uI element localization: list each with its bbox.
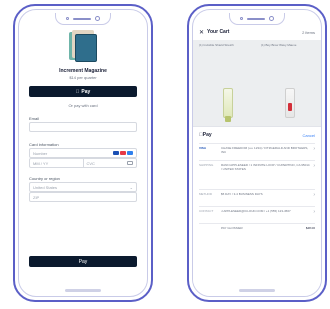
visa-icon: [113, 151, 119, 155]
card-expiry-cvc-row: MM / YY CVC: [29, 158, 137, 168]
product-price: $14 per quarter: [69, 75, 97, 80]
total-row: PAY GLOSSIER $48.00: [199, 223, 315, 235]
zip-placeholder: ZIP: [33, 194, 40, 200]
mastercard-icon: [120, 151, 126, 155]
apple-pay-sheet-header:  Pay Cancel: [199, 132, 315, 138]
expiry-field[interactable]: MM / YY: [30, 159, 83, 167]
apple-pay-button[interactable]:  Pay: [29, 86, 137, 97]
sensor-icon: [66, 17, 69, 20]
home-indicator: [239, 289, 275, 292]
checkout-comparison: Increment Magazine $14 per quarter  Pay…: [0, 0, 330, 309]
cart-item-1-name: (1) Invisible Shield Stretch: [199, 43, 234, 47]
home-indicator: [65, 289, 101, 292]
chevron-right-icon: ›: [313, 163, 315, 169]
cvc-card-icon: [127, 161, 133, 165]
phone-notch: [55, 13, 111, 25]
phone-apple-pay-sheet: Glossier ✕ Your Cart 2 items (1) Invisib…: [187, 4, 327, 302]
phone-card-checkout: Increment Magazine $14 per quarter  Pay…: [13, 4, 153, 302]
country-select[interactable]: United States ⌄: [29, 182, 137, 192]
contact-value: J.APPLESEED@ICLOUD.COM / +1 (555) 123-45…: [221, 209, 291, 213]
method-label: METHOD: [199, 192, 212, 196]
camera-icon: [269, 16, 274, 21]
phone-screen: Glossier ✕ Your Cart 2 items (1) Invisib…: [192, 9, 322, 297]
cvc-field[interactable]: CVC: [82, 159, 137, 167]
apple-pay-title: Pay: [199, 132, 212, 138]
apple-pay-sheet:  Pay Cancel VISA CHASE FREEDOM (•••• 12…: [193, 126, 321, 296]
shipping-label: SHIPPING: [199, 163, 214, 167]
or-pay-with-card: Or pay with card: [68, 103, 98, 108]
product-image: [69, 30, 97, 62]
speaker-icon: [247, 17, 265, 20]
cart-header: ✕ Your Cart 2 items: [199, 27, 315, 37]
card-number-field[interactable]: Number: [29, 148, 137, 158]
close-icon[interactable]: ✕: [199, 29, 204, 36]
shipping-row[interactable]: SHIPPING RANN APPLESEED / 1 INFINITE LOO…: [199, 160, 315, 188]
phone-screen: Increment Magazine $14 per quarter  Pay…: [18, 9, 148, 297]
product-brow-image: [285, 88, 295, 118]
payment-card-row[interactable]: VISA CHASE FREEDOM (•••• 1234) / FITZGER…: [199, 143, 315, 159]
speaker-icon: [73, 17, 91, 20]
phone-notch: [229, 13, 285, 25]
card-brands: [113, 151, 133, 155]
method-value: $5 DAY / 3-4 BUSINESS DAYS: [221, 192, 263, 196]
payment-card-value: CHASE FREEDOM (•••• 1234) / FITZGERALD A…: [221, 146, 309, 154]
contact-label: CONTACT: [199, 209, 214, 213]
shipping-value: RANN APPLESEED / 1 INFINITE LOOP / CUPER…: [221, 163, 310, 171]
chevron-right-icon: ›: [313, 209, 315, 215]
camera-icon: [95, 16, 100, 21]
email-label: Email: [29, 116, 40, 121]
cart-title: Your Cart: [207, 29, 230, 35]
expiry-placeholder: MM / YY: [33, 160, 49, 166]
sensor-icon: [240, 17, 243, 20]
card-information-label: Card information: [29, 142, 59, 147]
total-value: $48.00: [305, 226, 315, 230]
amex-icon: [127, 151, 133, 155]
chevron-right-icon: ›: [313, 146, 315, 152]
chevron-right-icon: ›: [313, 192, 315, 198]
chevron-down-icon: ⌄: [129, 184, 133, 190]
zip-field[interactable]: ZIP: [29, 192, 137, 202]
apple-pay-button-label: Pay: [79, 88, 90, 95]
pay-button-label: Pay: [78, 258, 88, 265]
product-tube-image: [223, 88, 233, 122]
contact-row[interactable]: CONTACT J.APPLESEED@ICLOUD.COM / +1 (555…: [199, 206, 315, 222]
cart-items-image: (1) Invisible Shield Stretch (1) Boy Bro…: [193, 40, 321, 128]
email-field[interactable]: [29, 122, 137, 132]
product-title: Increment Magazine: [59, 68, 107, 74]
card-number-placeholder: Number: [33, 150, 48, 156]
apple-logo-icon: : [76, 89, 80, 95]
cart-item-2-name: (1) Boy Brow Wavy Mauve: [261, 43, 297, 47]
cancel-button[interactable]: Cancel: [303, 133, 315, 138]
cvc-placeholder: CVC: [86, 160, 95, 166]
cart-count: 2 items: [302, 29, 315, 35]
pay-button[interactable]: Pay: [29, 256, 137, 267]
visa-badge-icon: VISA: [199, 146, 207, 150]
country-label: Country or region: [29, 176, 60, 181]
total-label: PAY GLOSSIER: [221, 226, 243, 230]
country-value: United States: [33, 184, 58, 190]
method-row[interactable]: METHOD $5 DAY / 3-4 BUSINESS DAYS ›: [199, 189, 315, 205]
